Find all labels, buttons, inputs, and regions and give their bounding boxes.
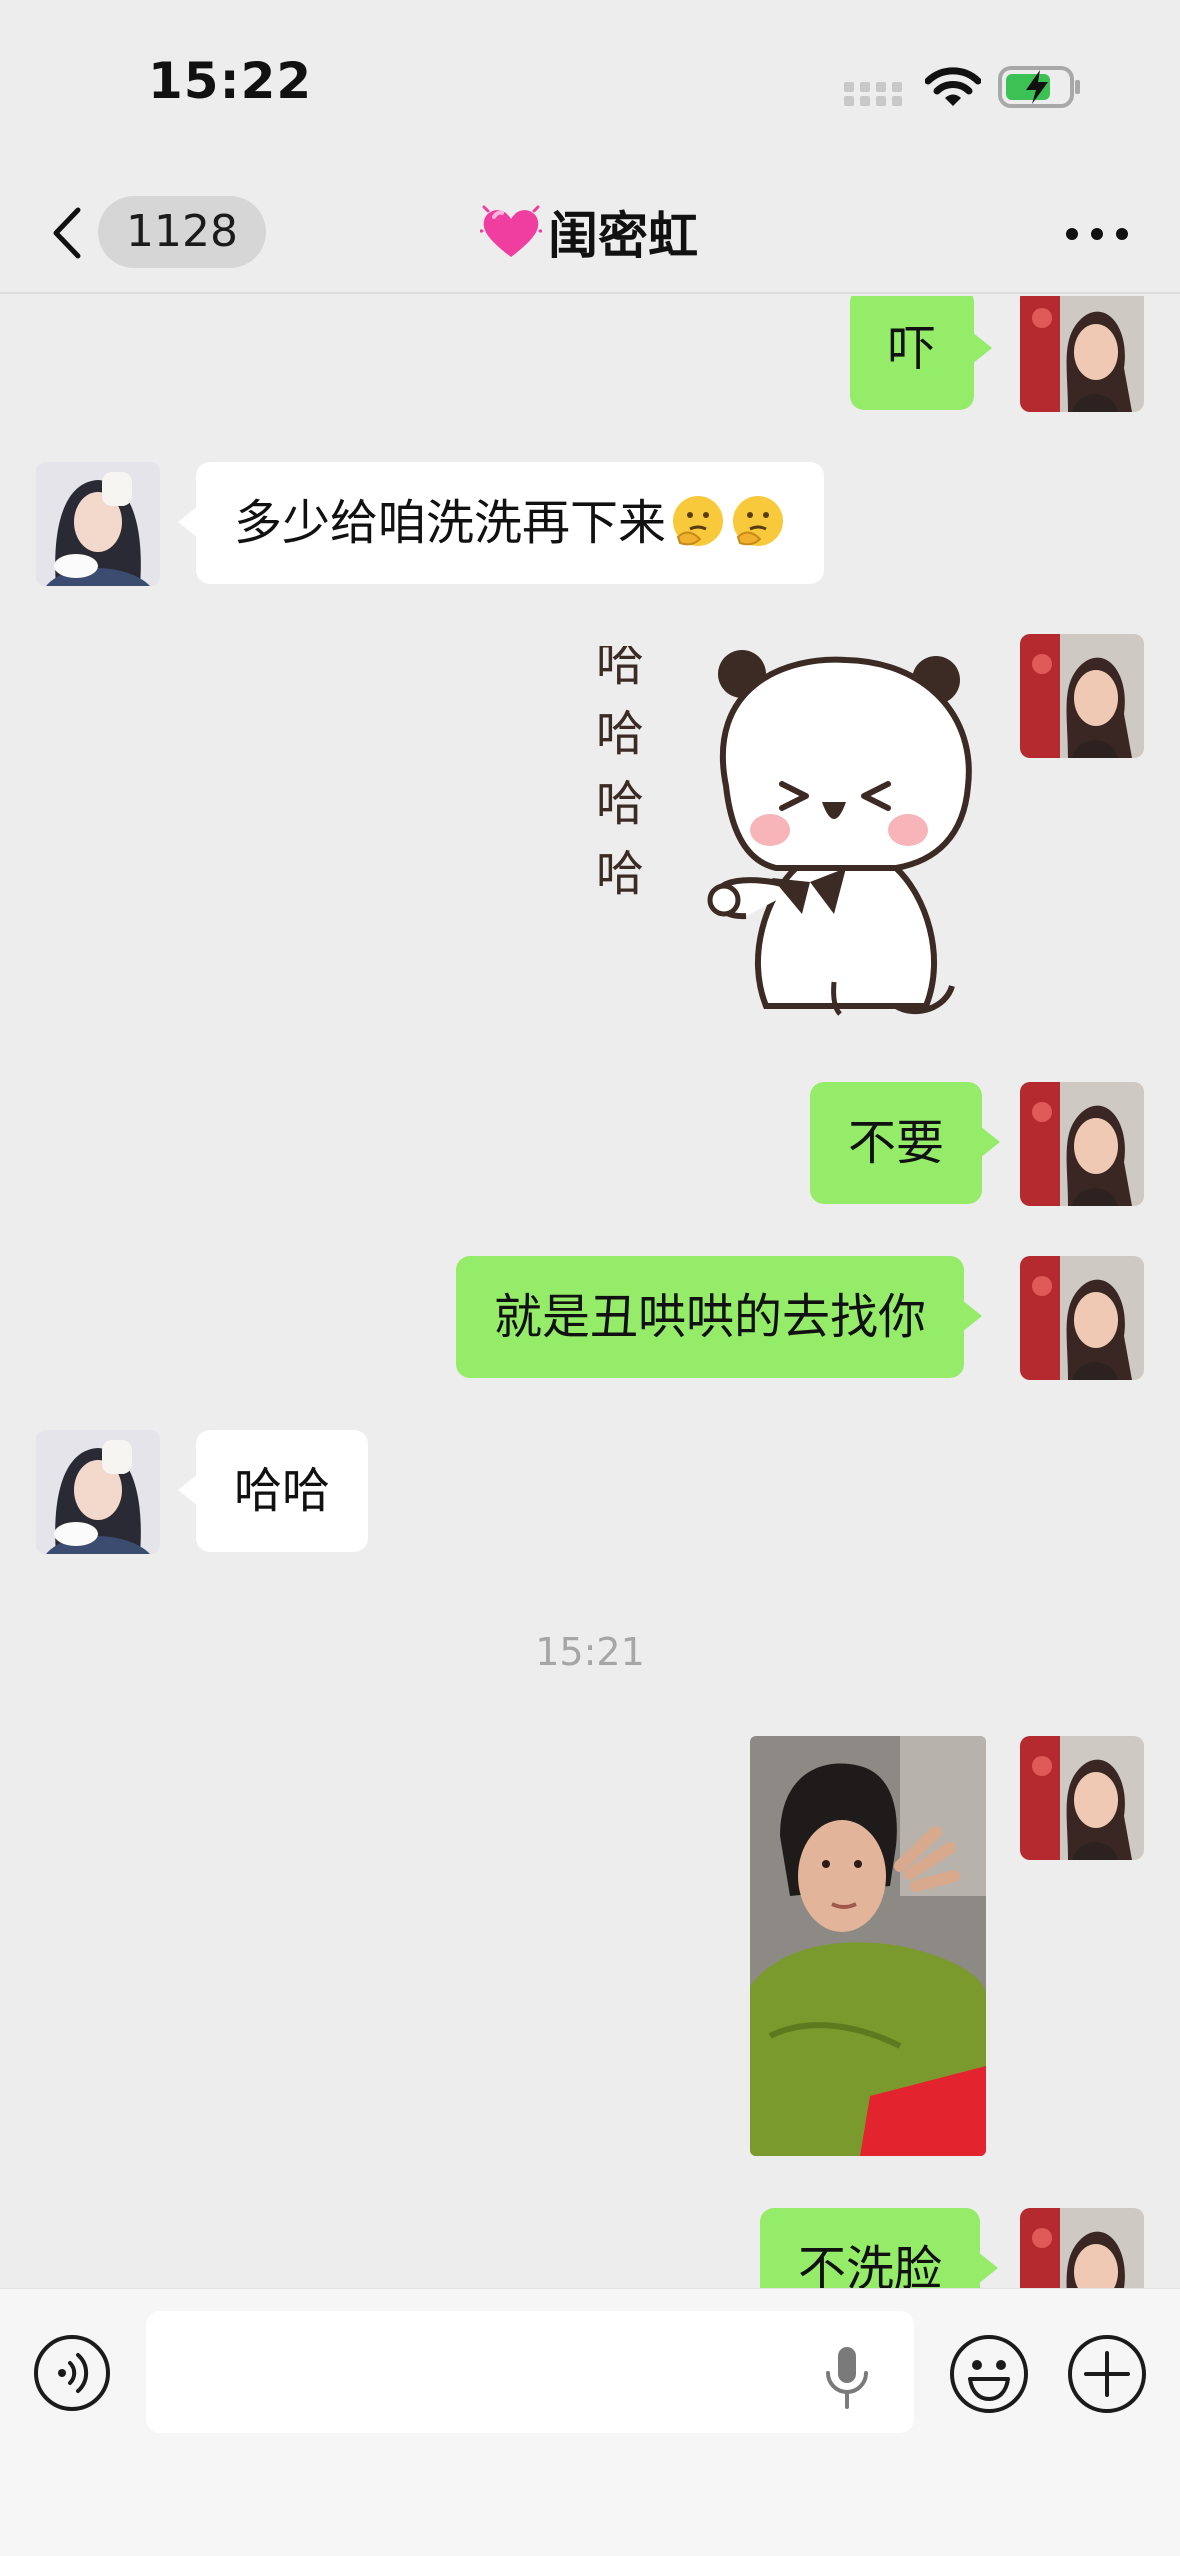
message-timestamp: 15:21 — [535, 1630, 645, 1674]
emoji-picker-icon[interactable] — [948, 2333, 1030, 2415]
battery-charging-icon — [998, 66, 1080, 108]
contact-avatar[interactable] — [36, 1430, 160, 1554]
back-button[interactable]: 1128 — [42, 192, 266, 272]
panda-laughing-sticker[interactable]: 哈 哈 哈 哈 — [596, 646, 986, 1026]
message-bubble-outgoing[interactable]: 不洗脸 — [760, 2208, 999, 2288]
my-avatar[interactable] — [1020, 634, 1144, 758]
heart-icon — [480, 205, 542, 257]
message-input[interactable] — [146, 2311, 914, 2433]
chat-header: 1128 闺密虹 — [0, 170, 1180, 294]
status-bar: 15:22 — [0, 0, 1180, 170]
unread-count-badge: 1128 — [98, 196, 266, 268]
message-bubble-outgoing[interactable]: 就是丑哄哄的去找你 — [456, 1256, 983, 1378]
chat-title-text: 闺密虹 — [548, 207, 698, 265]
message-bubble-outgoing[interactable]: 吓 — [850, 296, 993, 410]
thinking-face-emoji-icon — [673, 496, 724, 546]
microphone-icon[interactable] — [822, 2345, 872, 2411]
sticker-caption-text: 哈 — [596, 646, 644, 692]
message-bubble-outgoing[interactable]: 不要 — [810, 1082, 1001, 1204]
chevron-left-icon — [53, 207, 81, 259]
message-bubble-incoming[interactable]: 哈哈 — [177, 1430, 369, 1552]
thinking-face-emoji-icon — [733, 496, 784, 546]
my-avatar[interactable] — [1020, 2208, 1144, 2288]
voice-input-icon[interactable] — [32, 2333, 112, 2413]
more-options-icon[interactable] — [1062, 214, 1132, 254]
sticker-caption-text: 哈 — [596, 706, 644, 762]
contact-avatar[interactable] — [36, 462, 160, 586]
my-avatar[interactable] — [1020, 1256, 1144, 1380]
input-toolbar — [0, 2288, 1180, 2556]
message-text: 多少给咱洗洗再下来 — [234, 495, 667, 551]
wifi-icon — [925, 67, 981, 106]
sticker-caption-text: 哈 — [596, 846, 644, 902]
sticker-caption-text: 哈 — [596, 776, 644, 832]
message-list[interactable]: 吓 多少给咱洗洗再下来 哈 哈 哈 哈 不要 就是丑哄哄的去找你 哈哈 15:2… — [0, 296, 1180, 2288]
status-time: 15:22 — [148, 52, 313, 110]
my-avatar[interactable] — [1020, 1736, 1144, 1860]
chat-title: 闺密虹 — [480, 192, 698, 272]
my-avatar[interactable] — [1020, 296, 1144, 412]
cellular-signal-icon — [844, 82, 902, 106]
my-avatar[interactable] — [1020, 1082, 1144, 1206]
message-bubble-incoming[interactable]: 多少给咱洗洗再下来 — [177, 462, 825, 584]
photo-message[interactable] — [750, 1736, 986, 2156]
plus-icon[interactable] — [1066, 2333, 1148, 2415]
